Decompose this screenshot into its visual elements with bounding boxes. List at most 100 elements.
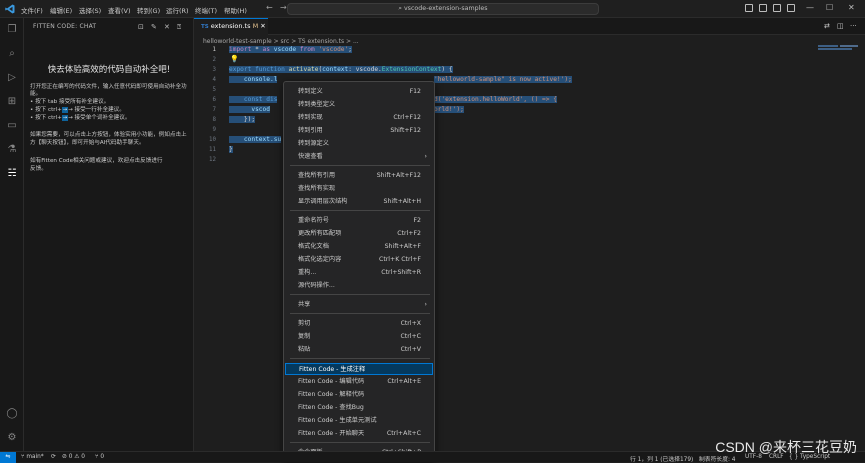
- menu-terminal[interactable]: 终端(T): [195, 5, 217, 15]
- context-menu-item[interactable]: 转到实现 Ctrl+F12: [285, 112, 433, 124]
- watermark: CSDN @来杯三花豆奶: [715, 439, 857, 455]
- code-line-7[interactable]: const dis: [229, 96, 278, 103]
- toggle-primary-sidebar-icon[interactable]: [745, 4, 753, 12]
- sync-icon[interactable]: ⟳: [51, 454, 56, 460]
- context-menu-item[interactable]: 重构... Ctrl+Shift+R: [285, 267, 433, 279]
- toggle-secondary-sidebar-icon[interactable]: [773, 4, 781, 12]
- chat-text: • 按下 tab 接受所有补全建议。: [30, 99, 110, 105]
- menu-view[interactable]: 查看(V): [108, 5, 131, 15]
- fitten-code-icon[interactable]: ☵: [5, 167, 19, 181]
- context-menu-item-label: Fitten Code - 编辑代码: [298, 378, 365, 385]
- code-line-12[interactable]: }: [229, 146, 233, 153]
- menu-file[interactable]: 文件(F): [21, 5, 43, 15]
- context-menu-item[interactable]: 转到类型定义: [285, 99, 433, 111]
- menu-go[interactable]: 转到(G): [137, 5, 160, 15]
- context-menu-item[interactable]: 格式化文档 Shift+Alt+F: [285, 241, 433, 253]
- code-line-1[interactable]: import * as vscode from 'vscode';: [229, 46, 352, 53]
- context-menu-item-label: 格式化选定内容: [298, 256, 342, 263]
- context-menu-shortcut: Ctrl+K Ctrl+F: [379, 256, 421, 263]
- settings-gear-icon[interactable]: ⚙: [5, 431, 19, 445]
- context-menu-item[interactable]: 转到源定义: [285, 138, 433, 150]
- close-tab-icon[interactable]: ✕: [260, 22, 265, 30]
- code-line-9[interactable]: });: [229, 116, 256, 123]
- explorer-icon[interactable]: ❐: [5, 23, 19, 37]
- context-menu-item[interactable]: 转到引用 Shift+F12: [285, 125, 433, 137]
- forward-arrow-icon[interactable]: →: [280, 3, 287, 12]
- context-menu-item[interactable]: 重命名符号 F2: [285, 215, 433, 227]
- remote-indicator-icon[interactable]: ⇋: [0, 452, 16, 463]
- context-menu-shortcut: Ctrl+F12: [393, 114, 421, 121]
- code-line-4[interactable]: export function activate(context: vscode…: [229, 66, 453, 73]
- new-chat-icon[interactable]: ⊡: [138, 23, 144, 31]
- code-line-8-tail[interactable]: orld!');: [434, 106, 464, 113]
- context-menu-item[interactable]: 快速查看 ›: [285, 151, 433, 163]
- breadcrumb[interactable]: helloworld-test-sample > src > TS extens…: [203, 38, 359, 45]
- command-center-search[interactable]: ⌕ vscode-extension-samples: [287, 3, 599, 15]
- context-menu-item[interactable]: Fitten Code - 编辑代码 Ctrl+Alt+E: [285, 376, 433, 388]
- line-number: 5: [212, 87, 217, 93]
- chat-text: 能。: [30, 91, 42, 97]
- menu-help[interactable]: 帮助(H): [224, 5, 247, 15]
- context-menu-item[interactable]: 更改所有匹配项 Ctrl+F2: [285, 228, 433, 240]
- context-menu-item[interactable]: 粘贴 Ctrl+V: [285, 344, 433, 356]
- minimap[interactable]: [818, 45, 863, 51]
- code-line-8[interactable]: vscod: [229, 106, 270, 113]
- context-menu-item[interactable]: 转到定义 F12: [285, 86, 433, 98]
- context-menu-item[interactable]: 格式化选定内容 Ctrl+K Ctrl+F: [285, 254, 433, 266]
- chat-text: → 接受单个词补全建议。: [68, 115, 131, 121]
- code-line-11[interactable]: context.su: [229, 136, 282, 143]
- extensions-icon[interactable]: ⊞: [5, 95, 19, 109]
- menu-run[interactable]: 运行(R): [166, 5, 189, 15]
- testing-icon[interactable]: ⚗: [5, 143, 19, 157]
- ports-count[interactable]: ⑂ 0: [95, 454, 104, 460]
- git-branch[interactable]: ⑂ main*: [21, 454, 44, 460]
- toggle-panel-icon[interactable]: [759, 4, 767, 12]
- code-line-5-tail[interactable]: 'helloworld-sample" is now active!');: [434, 76, 572, 83]
- context-menu-item[interactable]: 源代码操作...: [285, 280, 433, 292]
- context-menu-item[interactable]: 查找所有实现: [285, 183, 433, 195]
- context-menu-item[interactable]: Fitten Code - 生成注释: [285, 363, 433, 375]
- account-icon[interactable]: ◯: [5, 407, 19, 421]
- code-line-7-tail[interactable]: d('extension.helloWorld', () => {: [434, 96, 557, 103]
- menu-selection[interactable]: 选择(S): [79, 5, 101, 15]
- customize-layout-icon[interactable]: [787, 4, 795, 12]
- context-menu-item[interactable]: Fitten Code - 查找Bug: [285, 402, 433, 414]
- context-menu-item[interactable]: Fitten Code - 解释代码: [285, 389, 433, 401]
- context-menu-item[interactable]: Fitten Code - 开始聊天 Ctrl+Alt+C: [285, 428, 433, 440]
- tools-icon[interactable]: ✕: [164, 23, 170, 31]
- context-menu-item[interactable]: 剪切 Ctrl+X: [285, 318, 433, 330]
- context-menu-item-label: Fitten Code - 生成注释: [299, 366, 366, 373]
- context-menu-item[interactable]: 显示调用层次结构 Shift+Alt+H: [285, 196, 433, 208]
- tab-extension-ts[interactable]: TS extension.ts M ✕: [194, 18, 268, 35]
- split-editor-icon[interactable]: ◫: [837, 22, 844, 30]
- minimize-icon[interactable]: —: [806, 3, 814, 12]
- line-number: 9: [212, 127, 217, 133]
- remote-explorer-icon[interactable]: ▭: [5, 119, 19, 133]
- context-menu-item-label: 格式化文档: [298, 243, 329, 250]
- run-debug-icon[interactable]: ▷: [5, 71, 19, 85]
- search-icon[interactable]: ⌕: [5, 47, 19, 61]
- help-icon[interactable]: ⍰: [177, 23, 181, 32]
- context-menu-item[interactable]: Fitten Code - 生成单元测试: [285, 415, 433, 427]
- more-actions-icon[interactable]: ···: [850, 22, 857, 30]
- lightbulb-icon[interactable]: 💡: [230, 55, 239, 63]
- context-menu-item-label: 转到类型定义: [298, 101, 336, 108]
- close-window-icon[interactable]: ✕: [848, 3, 855, 12]
- line-number: 1: [212, 47, 217, 53]
- line-number: 3: [212, 67, 217, 73]
- context-menu-item[interactable]: 共享 ›: [285, 299, 433, 311]
- line-number: 12: [209, 157, 216, 163]
- maximize-icon[interactable]: ☐: [826, 3, 833, 12]
- context-menu-shortcut: Ctrl+F2: [397, 230, 421, 237]
- chat-text: 方【聊天按钮】，即可开始与AI代码助手聊天。: [30, 140, 145, 146]
- back-arrow-icon[interactable]: ←: [266, 3, 273, 12]
- code-line-5[interactable]: console.l: [229, 76, 278, 83]
- menu-edit[interactable]: 编辑(E): [50, 5, 72, 15]
- context-menu-item[interactable]: 复制 Ctrl+C: [285, 331, 433, 343]
- compare-icon[interactable]: ⇄: [824, 22, 830, 30]
- problems-count[interactable]: ⊘ 0 ⚠ 0: [62, 454, 85, 460]
- edit-icon[interactable]: ✎: [151, 23, 157, 31]
- sidebar-chat-panel: FITTEN CODE: CHAT ⊡ ✎ ✕ ⍰ 快去体验高效的代码自动补全吧…: [24, 18, 194, 451]
- chat-text-word-kbd: • 按下 ctrl+→→ 接受单个词补全建议。: [30, 113, 130, 121]
- context-menu-item[interactable]: 查找所有引用 Shift+Alt+F12: [285, 170, 433, 182]
